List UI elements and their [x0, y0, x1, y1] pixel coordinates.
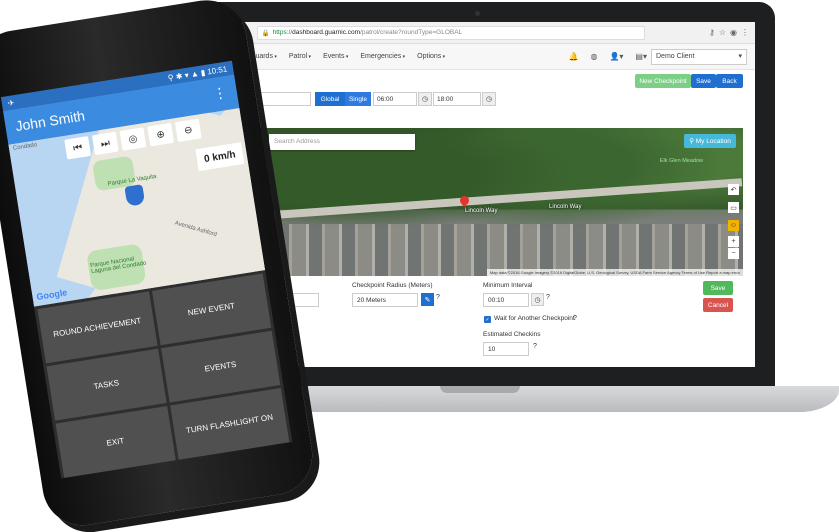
back-button[interactable]: Back — [716, 74, 743, 88]
google-logo: Google — [35, 287, 68, 302]
menu-patrol[interactable]: Patrol — [289, 53, 311, 60]
form-save-button[interactable]: Save — [703, 281, 733, 295]
new-checkpoint-button[interactable]: New Checkpoint — [635, 74, 691, 88]
tilt-icon[interactable]: ▭ — [728, 202, 739, 213]
url-scheme: https:// — [272, 29, 293, 36]
clock-icon[interactable]: ◷ — [482, 92, 496, 106]
webcam — [475, 11, 480, 16]
schedule-row: te Day Global Single 06:00 ◷ 18:00 ◷ — [237, 92, 557, 106]
client-select[interactable]: Demo Client — [651, 48, 747, 65]
road — [259, 178, 743, 220]
help-icon[interactable]: ? — [533, 343, 537, 350]
pin-icon: ⚲ — [689, 138, 696, 145]
browser-toolbar: ← → ↻ 🔒 https:// dashboard.guarnic.com /… — [203, 22, 755, 44]
overflow-menu-icon[interactable]: ⋮ — [212, 84, 228, 103]
min-interval-label: Minimum Interval — [483, 282, 533, 289]
app-navbar: Guards Patrol Events Emergencies Options… — [203, 44, 755, 70]
browser-extensions: ⚷ ☆ ◉ ⋮ — [709, 28, 755, 37]
estimated-input[interactable]: 10 — [483, 342, 529, 356]
map-attribution: Map data ©2016 Google Imagery ©2016 Digi… — [486, 269, 743, 276]
street-label: Lincoln Way — [465, 208, 498, 214]
satellite-map[interactable]: Search Address ⚲ My Location Lincoln Way… — [259, 128, 743, 276]
bell-icon[interactable]: 🔔 — [568, 52, 578, 61]
status-time: 10:51 — [206, 63, 228, 77]
global-toggle[interactable]: Global — [315, 92, 345, 106]
my-location-label: My Location — [695, 137, 731, 145]
building-icon[interactable]: ▤▾ — [635, 52, 647, 61]
skip-forward-icon[interactable]: ⏭ — [91, 131, 119, 156]
radius-label: Checkpoint Radius (Meters) — [352, 282, 433, 289]
clock-icon[interactable]: ◷ — [531, 293, 544, 306]
help-icon[interactable]: ? — [546, 294, 550, 301]
extension-icon[interactable]: ◉ — [730, 28, 737, 37]
rotate-icon[interactable]: ↶ — [728, 184, 739, 195]
map-label: Condado — [12, 142, 38, 152]
single-toggle[interactable]: Single — [345, 92, 371, 106]
start-time-field[interactable]: 06:00 — [373, 92, 417, 106]
menu-events[interactable]: Events — [323, 53, 348, 60]
user-name: John Smith — [14, 107, 86, 135]
help-icon[interactable]: ? — [436, 294, 440, 301]
zoom-in-icon[interactable]: ⊕ — [147, 122, 175, 147]
star-icon[interactable]: ☆ — [719, 28, 726, 37]
end-time-field[interactable]: 18:00 — [433, 92, 481, 106]
zoom-in-icon[interactable]: + — [728, 236, 739, 247]
wait-checkbox[interactable]: ✓ — [484, 316, 491, 323]
edit-icon[interactable]: ✎ — [421, 293, 434, 306]
menu-dots-icon[interactable]: ⋮ — [741, 28, 749, 37]
url-domain: dashboard.guarnic.com — [292, 29, 361, 36]
estimated-label: Estimated Checkins — [483, 331, 541, 338]
menu-options[interactable]: Options — [417, 53, 445, 60]
help-icon[interactable]: ? — [573, 315, 577, 322]
street-view-icon[interactable]: ☺ — [728, 220, 739, 231]
globe-icon[interactable]: ◍ — [590, 52, 597, 61]
save-button[interactable]: Save — [691, 74, 716, 88]
skip-back-icon[interactable]: ⏮ — [64, 136, 92, 160]
menu-emergencies[interactable]: Emergencies — [360, 53, 405, 60]
street-label: Lincoln Way — [549, 204, 582, 210]
address-bar[interactable]: 🔒 https:// dashboard.guarnic.com /patrol… — [256, 25, 645, 40]
main-menu: Guards Patrol Events Emergencies Options — [250, 53, 445, 60]
nav-icons: 🔔 ◍ 👤▾ ▤▾ — [568, 52, 647, 61]
zoom-out-icon[interactable]: ⊖ — [174, 118, 202, 143]
zoom-out-icon[interactable]: − — [728, 248, 739, 259]
url-path: /patrol/create?roundType=GLOBAL — [360, 29, 463, 36]
key-icon[interactable]: ⚷ — [709, 28, 715, 37]
target-icon[interactable]: ◎ — [119, 127, 147, 151]
form-cancel-button[interactable]: Cancel — [703, 298, 733, 312]
wait-label: Wait for Another Checkpoint — [494, 315, 575, 322]
park-label: Elk Glen Meadow — [659, 158, 703, 164]
action-grid: Round Achievement New Event Tasks Events… — [33, 269, 293, 479]
min-interval-input[interactable]: 00:10 — [483, 293, 529, 307]
clock-icon[interactable]: ◷ — [418, 92, 432, 106]
marketing-scene: ← → ↻ 🔒 https:// dashboard.guarnic.com /… — [0, 0, 839, 532]
notification-icon: ✈ — [7, 97, 16, 108]
my-location-button[interactable]: ⚲ My Location — [684, 134, 736, 148]
address-search-input[interactable]: Search Address — [269, 134, 415, 150]
user-icon[interactable]: 👤▾ — [609, 52, 623, 61]
laptop-notch — [440, 386, 520, 393]
radius-select[interactable]: 20 Meters — [352, 293, 418, 307]
